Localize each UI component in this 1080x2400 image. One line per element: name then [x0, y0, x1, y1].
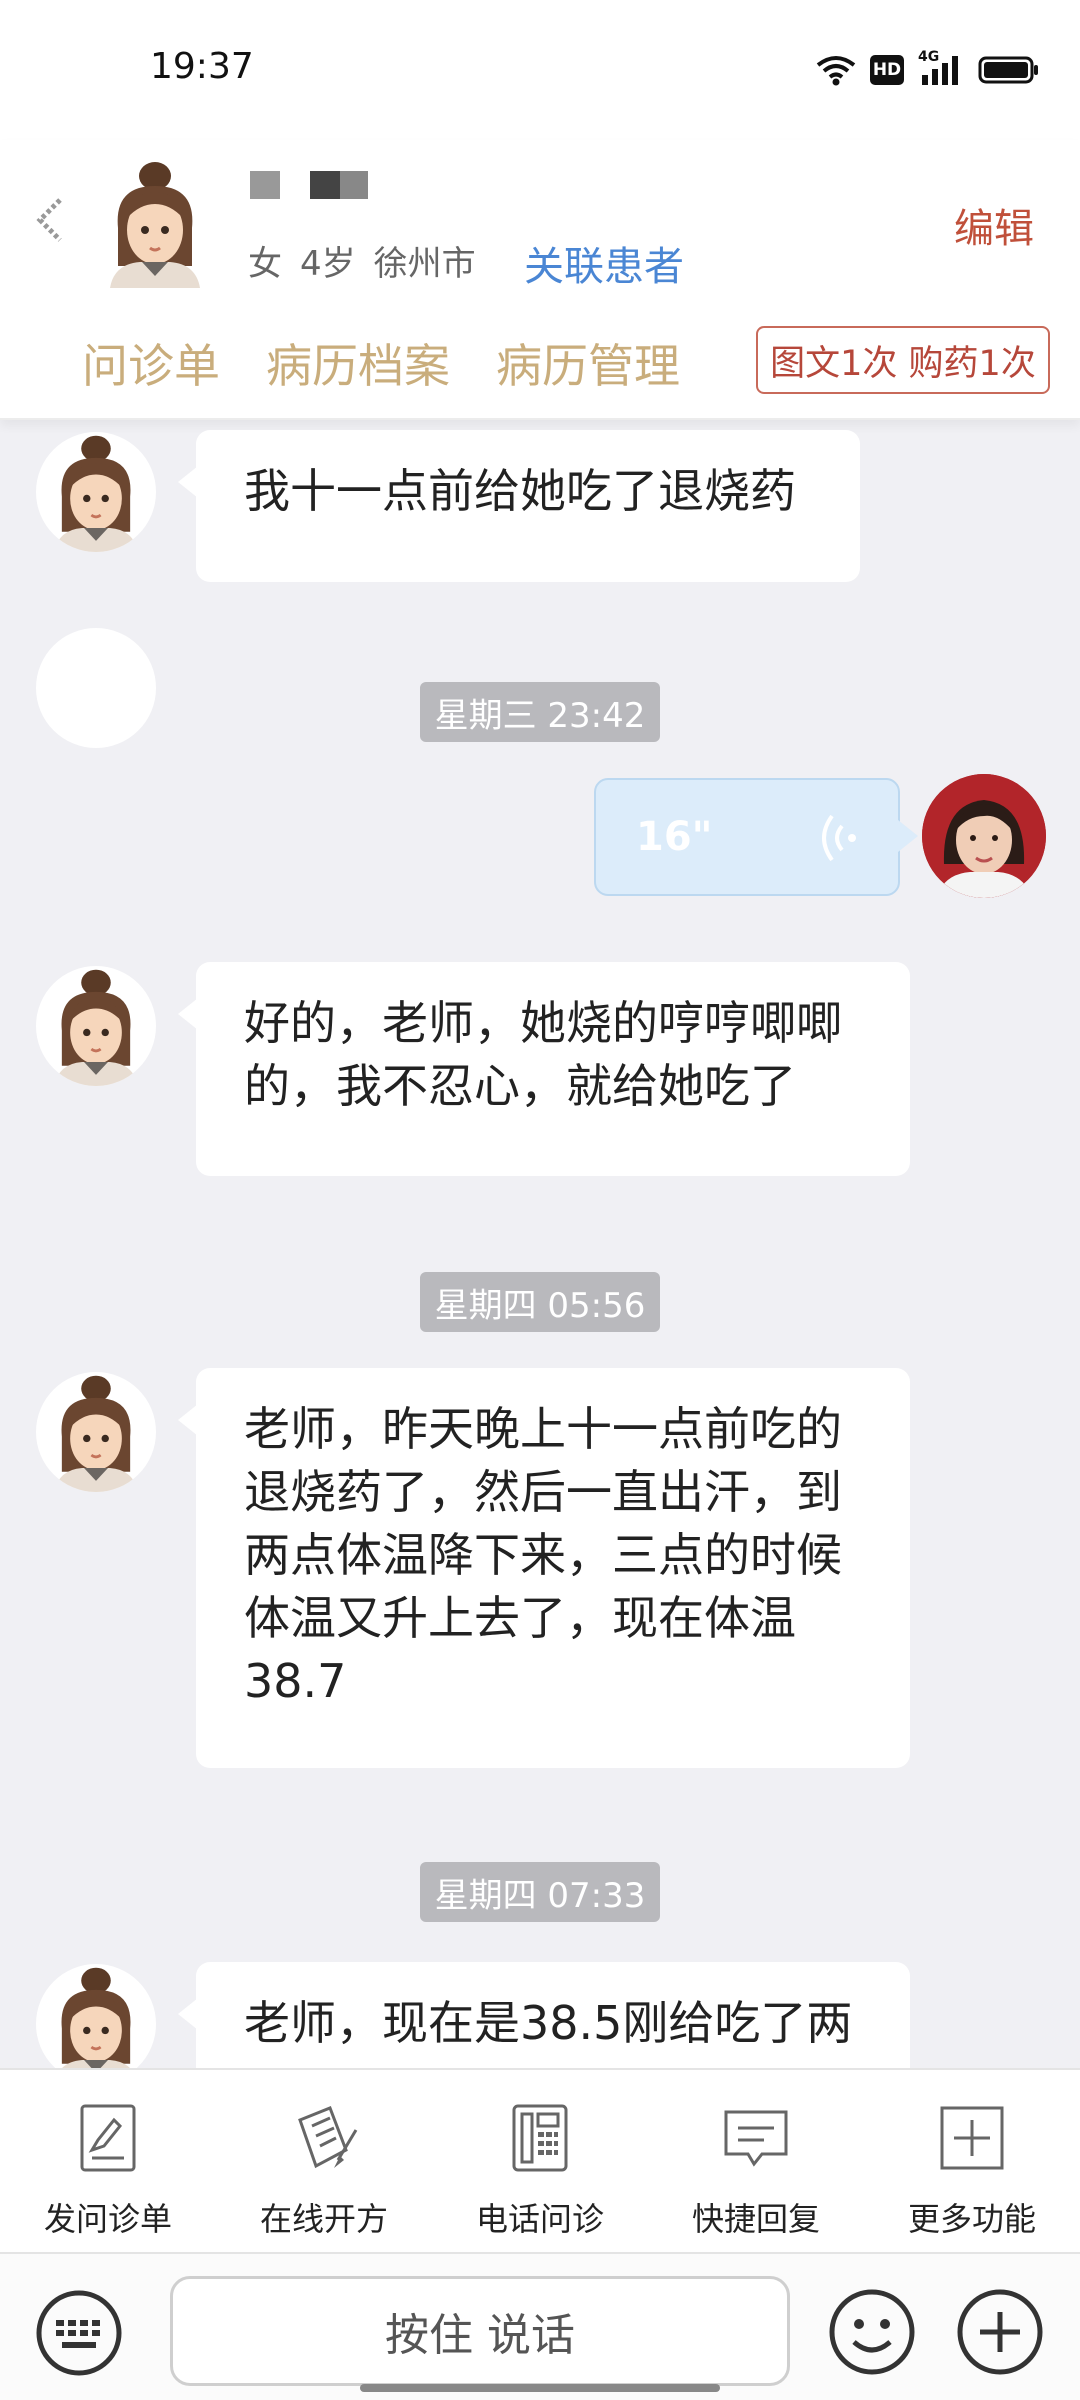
more-icon: [940, 2106, 1004, 2170]
patient-info: 女 4岁 徐州市: [248, 236, 494, 285]
prescription-icon: [298, 2106, 358, 2169]
tabs: 问诊单 病历档案 病历管理: [82, 330, 680, 396]
voice-wave-icon: [822, 814, 856, 862]
tab-medical-records[interactable]: 病历档案: [266, 330, 450, 396]
patient-avatar[interactable]: [100, 158, 210, 288]
message-text-line: 两点体温降下来，三点的时候: [244, 1528, 842, 1582]
questionnaire-icon: [80, 2104, 136, 2172]
battery-icon: [978, 56, 1038, 84]
func-label: 电话问诊: [475, 2200, 604, 2238]
func-label: 在线开方: [259, 2200, 388, 2238]
redacted-block: [310, 171, 340, 199]
wifi-icon: [816, 56, 856, 86]
func-label: 快捷回复: [691, 2200, 820, 2238]
func-label: 更多功能: [907, 2200, 1036, 2238]
patient-avatar[interactable]: [36, 966, 156, 1086]
redacted-block: [250, 171, 280, 199]
message-bubble[interactable]: 好的，老师，她烧的哼哼唧唧 的，我不忍心，就给她吃了: [178, 962, 910, 1176]
patient-avatar[interactable]: [36, 628, 156, 748]
phone-icon: [512, 2104, 568, 2172]
more-functions-button[interactable]: 更多功能: [864, 2070, 1080, 2252]
quick-reply-icon: [724, 2110, 788, 2167]
edit-button[interactable]: 编辑: [954, 196, 1034, 254]
link-patient-button[interactable]: 关联患者: [524, 234, 684, 292]
status-time: 19:37: [150, 46, 254, 87]
message-text-line: 体温又升上去了，现在体温: [244, 1591, 796, 1645]
message-text-line: 退烧药了，然后一直出汗，到: [244, 1465, 842, 1519]
home-indicator[interactable]: [360, 2384, 720, 2392]
time-separator: 星期三 23:42: [420, 682, 660, 742]
patient-age: 4岁: [300, 244, 356, 284]
message-bubble[interactable]: 老师，现在是38.5刚给吃了两: [178, 1962, 910, 2068]
message-text-line: 好的，老师，她烧的哼哼唧唧: [244, 996, 842, 1050]
message-bubble[interactable]: 我十一点前给她吃了退烧药: [178, 430, 860, 582]
service-count-badge[interactable]: 图文1次 购药1次: [756, 326, 1050, 394]
send-questionnaire-button[interactable]: 发问诊单: [0, 2070, 216, 2252]
keyboard-icon[interactable]: [34, 2288, 124, 2378]
patient-avatar[interactable]: [36, 432, 156, 552]
patient-avatar[interactable]: [36, 1372, 156, 1492]
function-bar: 发问诊单 在线开方 电话问诊 快捷回复 更多功能: [0, 2068, 1080, 2252]
message-text: 我十一点前给她吃了退烧药: [244, 464, 796, 518]
patient-city: 徐州市: [373, 244, 476, 284]
hold-to-talk-button[interactable]: 按住 说话: [170, 2276, 790, 2386]
func-label: 发问诊单: [43, 2200, 172, 2238]
status-icons: HD 4G: [816, 49, 1040, 90]
redacted-block: [340, 171, 368, 199]
hd-icon: HD: [870, 55, 904, 85]
voice-duration: 16": [636, 814, 713, 860]
message-text-line: 的，我不忍心，就给她吃了: [244, 1059, 796, 1113]
voice-message-bubble[interactable]: 16": [594, 778, 918, 896]
tab-questionnaire[interactable]: 问诊单: [82, 330, 220, 396]
emoji-icon[interactable]: [826, 2286, 918, 2378]
chat-header: 女 4岁 徐州市 关联患者 编辑 问诊单 病历档案 病历管理 图文1次 购药1次: [0, 140, 1080, 420]
message-text-line: 老师，昨天晚上十一点前吃的: [244, 1402, 842, 1456]
patient-avatar[interactable]: [36, 1964, 156, 2068]
plus-icon[interactable]: [954, 2286, 1046, 2378]
signal-4g-icon: 4G: [918, 49, 964, 87]
phone-consultation-button[interactable]: 电话问诊: [432, 2070, 648, 2252]
time-separator: 星期四 05:56: [420, 1272, 660, 1332]
hd-label: HD: [872, 60, 902, 80]
doctor-avatar[interactable]: [922, 774, 1046, 898]
message-text-line: 38.7: [244, 1654, 347, 1708]
quick-reply-button[interactable]: 快捷回复: [648, 2070, 864, 2252]
input-bar: 按住 说话: [0, 2252, 1080, 2400]
tab-records-management[interactable]: 病历管理: [496, 330, 680, 396]
back-icon[interactable]: [30, 190, 70, 250]
message-text-line: 老师，现在是38.5刚给吃了两: [244, 1996, 853, 2050]
patient-gender: 女: [248, 244, 282, 284]
message-bubble[interactable]: 老师，昨天晚上十一点前吃的 退烧药了，然后一直出汗，到 两点体温降下来，三点的时…: [178, 1368, 910, 1768]
time-separator: 星期四 07:33: [420, 1862, 660, 1922]
online-prescription-button[interactable]: 在线开方: [216, 2070, 432, 2252]
chat-area: 我十一点前给她吃了退烧药 星期三 23:42 16" 好的，老师，她烧的哼哼唧唧…: [0, 422, 1080, 2068]
patient-name-redacted: [250, 170, 368, 200]
status-bar: 19:37 HD 4G: [0, 0, 1080, 140]
